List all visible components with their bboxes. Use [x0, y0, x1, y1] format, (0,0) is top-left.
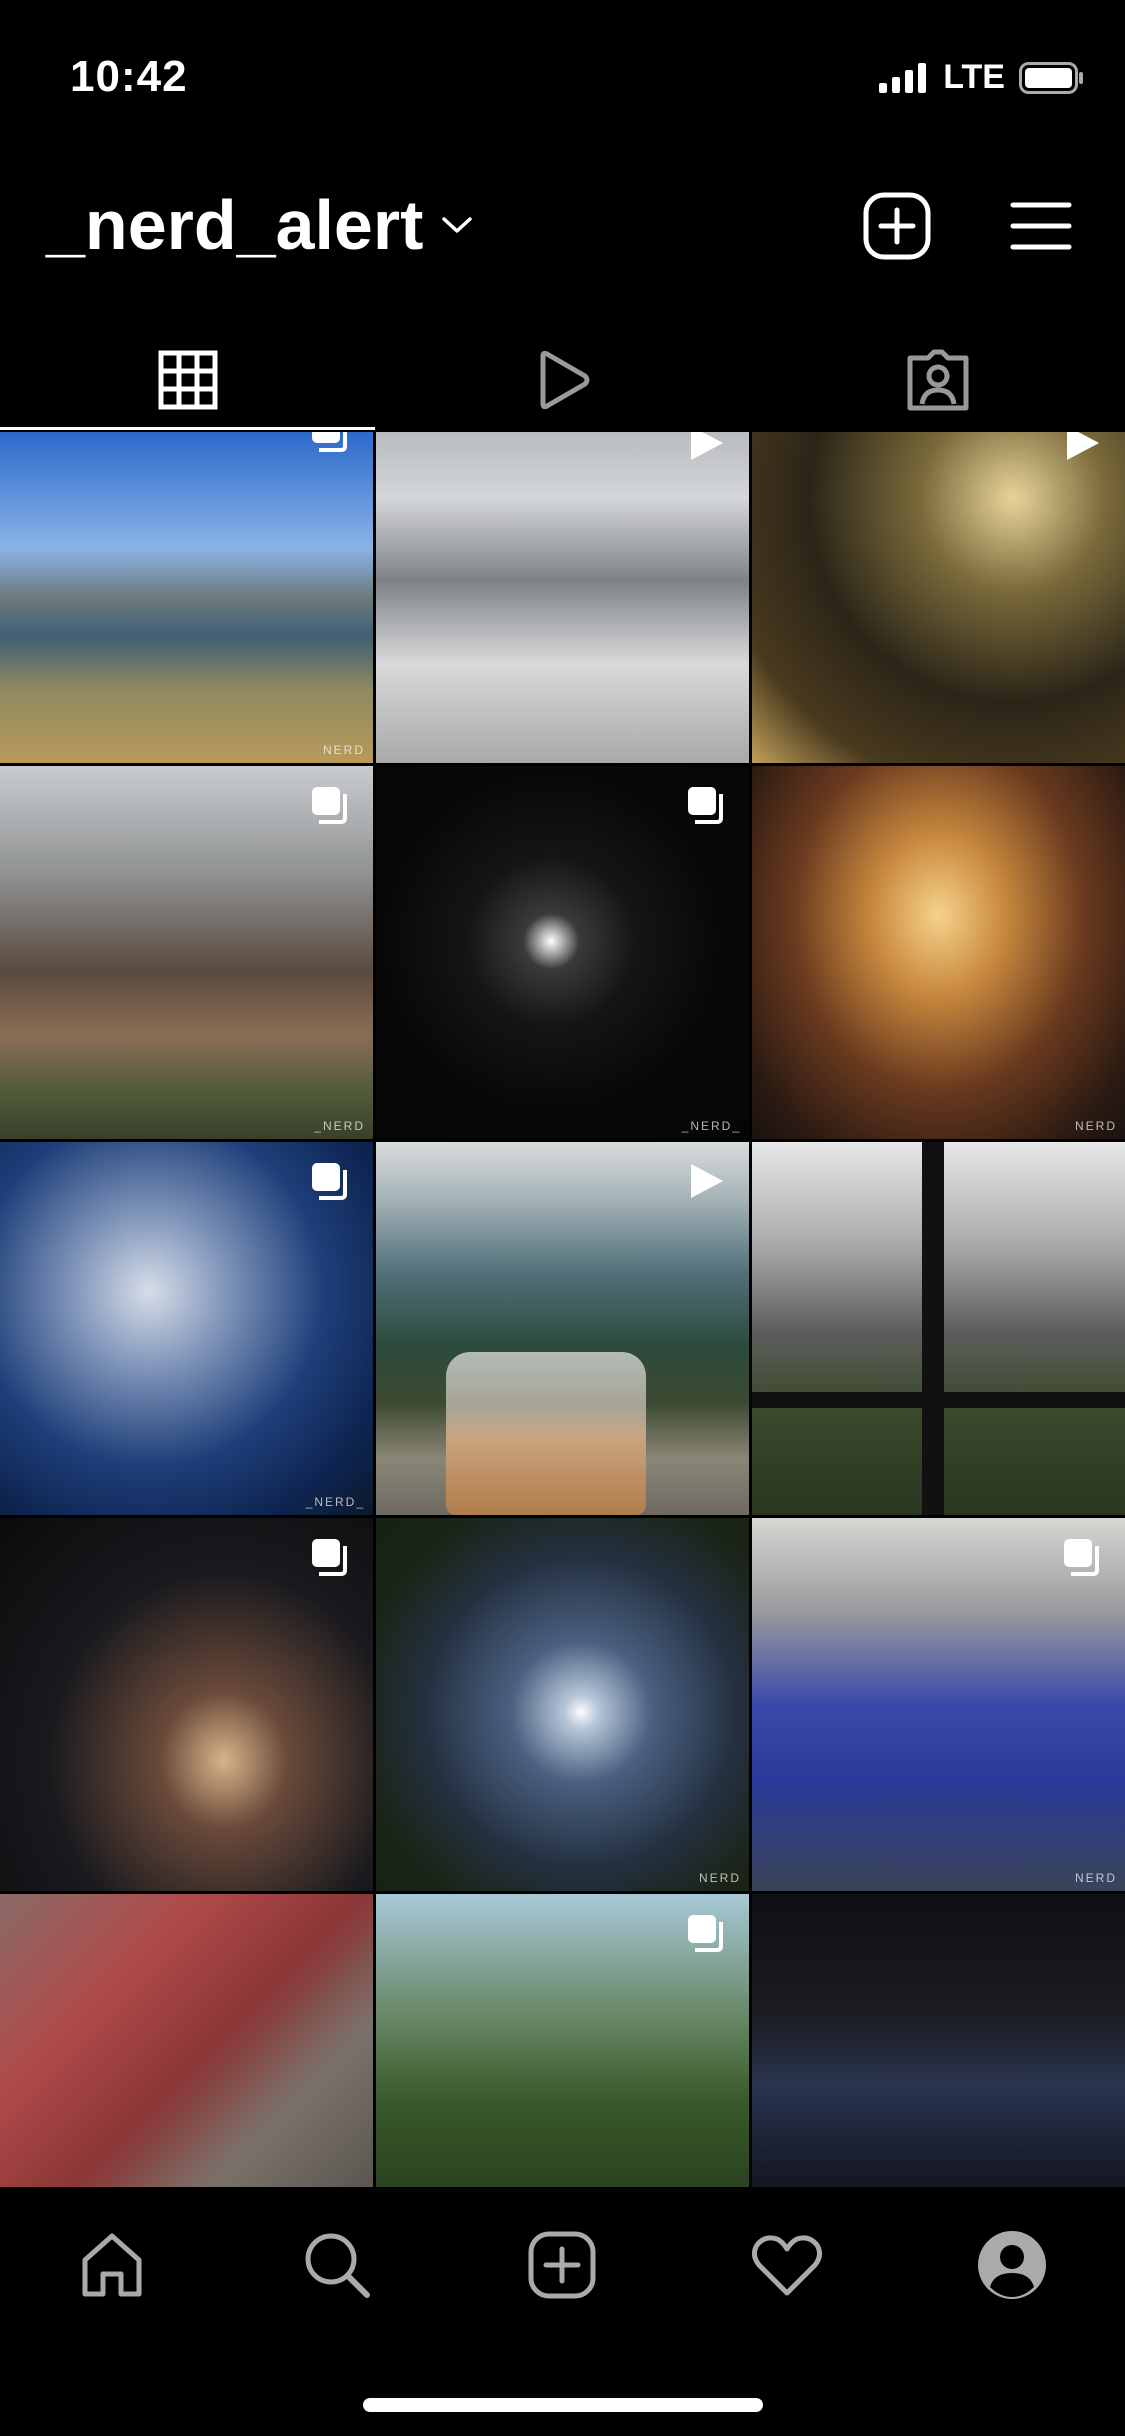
network-type: LTE [943, 58, 1005, 96]
reel-icon [1061, 432, 1103, 464]
watermark: _NERD_ [305, 1495, 365, 1509]
post-thumbnail[interactable] [376, 432, 749, 763]
tab-reels[interactable] [375, 330, 750, 430]
window-frame [752, 1392, 1125, 1408]
posts-grid: NERD _NERD _NERD_ NERD _NERD_ NERD NERD [0, 432, 1125, 2189]
nav-home[interactable] [67, 2220, 157, 2310]
heart-icon [751, 2235, 823, 2296]
multiple-photos-icon [309, 1536, 351, 1578]
post-thumbnail[interactable] [376, 1894, 749, 2189]
add-post-icon [528, 2231, 596, 2299]
home-indicator [363, 2398, 763, 2412]
post-thumbnail[interactable] [0, 1894, 373, 2189]
new-post-button[interactable] [859, 188, 935, 264]
chevron-down-icon [442, 217, 473, 233]
reel-icon [685, 1160, 727, 1202]
post-thumbnail[interactable] [0, 1518, 373, 1891]
watermark: _NERD_ [681, 1119, 741, 1133]
grid-icon [158, 350, 217, 410]
post-thumbnail[interactable] [752, 1142, 1125, 1515]
tea-cup [446, 1352, 646, 1515]
post-thumbnail[interactable] [752, 1894, 1125, 2189]
post-thumbnail[interactable]: NERD [752, 766, 1125, 1139]
watermark: NERD [698, 1871, 741, 1885]
active-tab-indicator [0, 427, 375, 430]
multiple-photos-icon [309, 784, 351, 826]
status-time: 10:42 [70, 52, 188, 101]
reel-icon [685, 432, 727, 464]
nav-profile[interactable] [967, 2220, 1057, 2310]
multiple-photos-icon [685, 784, 727, 826]
multiple-photos-icon [1061, 1536, 1103, 1578]
signal-bars-icon [879, 62, 927, 93]
multiple-photos-icon [309, 432, 351, 454]
watermark: NERD [1074, 1119, 1117, 1133]
play-icon [540, 350, 589, 410]
post-thumbnail[interactable] [752, 432, 1125, 763]
tab-grid[interactable] [0, 330, 375, 430]
home-icon [82, 2233, 142, 2297]
post-thumbnail[interactable]: _NERD_ [0, 1142, 373, 1515]
post-thumbnail[interactable]: NERD [0, 432, 373, 763]
tab-tagged[interactable] [750, 330, 1125, 430]
window-pole [922, 1142, 944, 1515]
nav-search[interactable] [292, 2220, 382, 2310]
watermark: _NERD [314, 1119, 365, 1133]
add-square-icon [863, 192, 931, 260]
status-indicators: LTE [879, 58, 1085, 97]
watermark: NERD [1074, 1871, 1117, 1885]
post-thumbnail[interactable]: NERD [376, 1518, 749, 1891]
tagged-person-icon [907, 349, 968, 411]
post-thumbnail[interactable] [376, 1142, 749, 1515]
menu-button[interactable] [1003, 188, 1079, 264]
post-thumbnail[interactable]: NERD [752, 1518, 1125, 1891]
post-thumbnail[interactable]: _NERD [0, 766, 373, 1139]
post-thumbnail[interactable]: _NERD_ [376, 766, 749, 1139]
multiple-photos-icon [309, 1160, 351, 1202]
multiple-photos-icon [685, 1912, 727, 1954]
battery-icon [1019, 61, 1083, 94]
search-icon [305, 2233, 370, 2298]
watermark: NERD [322, 743, 365, 757]
hamburger-menu-icon [1010, 202, 1072, 250]
avatar-icon [978, 2231, 1046, 2299]
account-switcher[interactable]: _nerd_alert [46, 185, 473, 265]
nav-create[interactable] [517, 2220, 607, 2310]
username-label: _nerd_alert [46, 186, 424, 264]
nav-activity[interactable] [742, 2220, 832, 2310]
